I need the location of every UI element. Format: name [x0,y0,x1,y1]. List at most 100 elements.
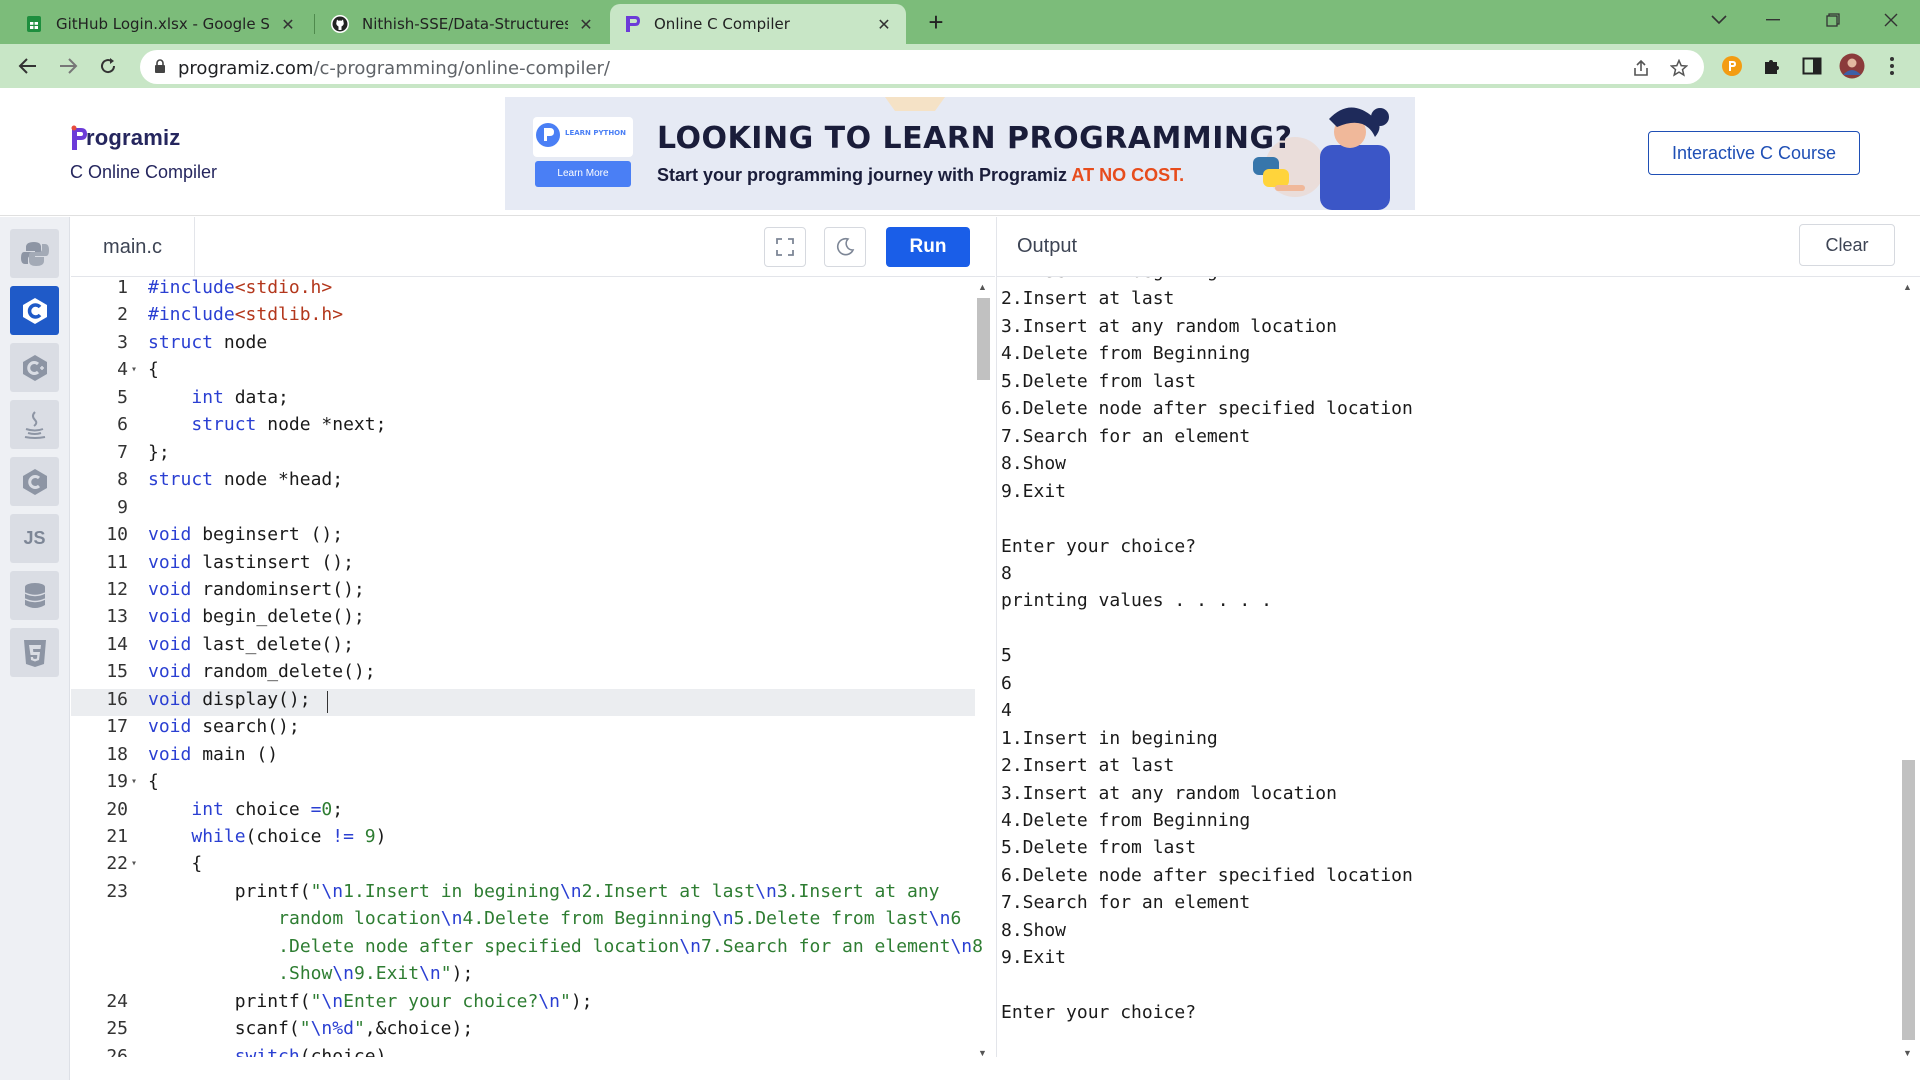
code-line[interactable]: 15 void random_delete(); [71,661,975,689]
java-icon[interactable] [10,400,59,449]
forward-icon[interactable] [52,50,84,82]
code-line[interactable]: 19 ▾ { [71,771,975,799]
output-line: 7.Search for an element [1001,892,1251,914]
code-text: struct node [148,331,268,353]
share-icon[interactable] [1632,59,1650,77]
js-icon[interactable]: JS [10,514,59,563]
code-line[interactable]: 26 switch(choice) [71,1046,975,1057]
line-number: 24 [106,990,128,1012]
output-line: 1.Insert in begining [1001,277,1218,289]
fullscreen-icon[interactable] [764,227,806,267]
programiz-logo[interactable]: rogramiz [70,124,181,152]
code-line[interactable]: 25 scanf("\n%d",&choice); [71,1018,975,1046]
tab-google-sheets[interactable]: GitHub Login.xlsx - Google Sheets ✕ [12,4,310,44]
csharp-icon[interactable] [10,457,59,506]
scroll-up-arrow-icon[interactable]: ▲ [1903,282,1912,292]
code-line[interactable]: 21 while(choice != 9) [71,826,975,854]
run-button[interactable]: Run [886,227,970,267]
code-line[interactable]: 14 void last_delete(); [71,634,975,662]
close-tab-icon[interactable]: ✕ [576,15,596,34]
side-panel-icon[interactable] [1798,52,1826,80]
code-line[interactable]: .Show\n9.Exit\n"); [71,963,975,991]
learn-more-button[interactable]: Learn More [535,161,631,187]
new-tab-button[interactable]: + [922,8,950,36]
ad-banner[interactable]: LEARN PYTHON Learn More LOOKING TO LEARN… [505,97,1415,210]
reload-icon[interactable] [92,50,124,82]
address-bar[interactable]: programiz.com/c-programming/online-compi… [140,50,1704,84]
extension-p-icon[interactable] [1718,52,1746,80]
line-number: 15 [106,661,128,683]
scrollbar-thumb[interactable] [977,298,990,380]
profile-avatar[interactable] [1838,52,1866,80]
fold-arrow-icon[interactable]: ▾ [131,858,137,869]
line-number: 3 [117,331,128,353]
learn-python-text: LEARN PYTHON [565,129,626,137]
fold-arrow-icon[interactable]: ▾ [131,776,137,787]
scroll-up-arrow-icon[interactable]: ▲ [978,282,987,292]
code-line[interactable]: 10 void beginsert (); [71,524,975,552]
tab-online-c-compiler[interactable]: Online C Compiler ✕ [610,4,906,44]
close-tab-icon[interactable]: ✕ [874,15,894,34]
code-line[interactable]: 3 struct node [71,332,975,360]
code-line[interactable]: 13 void begin_delete(); [71,606,975,634]
scroll-down-arrow-icon[interactable]: ▼ [1903,1048,1912,1058]
code-line[interactable]: 2 #include<stdlib.h> [71,304,975,332]
line-number: 10 [106,524,128,546]
python-icon[interactable] [10,229,59,278]
line-number: 25 [106,1018,128,1040]
browser-menu-icon[interactable] [1878,52,1906,80]
scroll-down-arrow-icon[interactable]: ▼ [978,1048,987,1058]
code-line[interactable]: 8 struct node *head; [71,469,975,497]
fold-arrow-icon[interactable]: ▾ [131,364,137,375]
output-line: 6.Delete node after specified location [1001,864,1413,886]
output-line: 4.Delete from Beginning [1001,343,1251,365]
file-tab-main-c[interactable]: main.c [71,217,195,277]
dark-mode-moon-icon[interactable] [824,227,866,267]
tab-github[interactable]: Nithish-SSE/Data-Structures-with-C ✕ [318,4,608,44]
c-icon[interactable] [10,286,59,335]
editor-scrollbar[interactable]: ▲ ▼ [975,280,991,1060]
code-line[interactable]: random location\n4.Delete from Beginning… [71,908,975,936]
restore-icon[interactable] [1804,0,1862,40]
tab-search-icon[interactable] [1690,0,1748,40]
code-line[interactable]: 7}; [71,442,975,470]
code-line[interactable]: 18 void main () [71,744,975,772]
code-line[interactable]: 22 ▾ { [71,853,975,881]
code-line[interactable]: 17 void search(); [71,716,975,744]
extensions-puzzle-icon[interactable] [1758,52,1786,80]
sql-icon[interactable] [10,571,59,620]
interactive-c-course-button[interactable]: Interactive C Course [1648,131,1860,175]
output-console[interactable]: 1.Insert in begining2.Insert at last3.In… [996,277,1900,1057]
back-icon[interactable] [12,50,44,82]
code-line[interactable]: .Delete node after specified location\n7… [71,936,983,964]
code-line[interactable]: 4 ▾ { [71,359,975,387]
code-line[interactable]: 24 printf("\nEnter your choice?\n"); [71,991,975,1019]
lock-icon [154,59,166,79]
code-text: .Delete node after specified location\n7… [278,935,983,957]
code-line[interactable]: 20 int choice =0; [71,799,975,827]
code-editor[interactable]: 1 #include<stdio.h> 2 #include<stdlib.h> 3 st… [71,277,995,1057]
clear-button[interactable]: Clear [1799,224,1895,266]
output-line: 8 [1001,562,1012,584]
code-line[interactable]: 23 printf("\n1.Insert in begining\n2.Ins… [71,881,975,909]
line-number: 9 [117,496,128,518]
code-text: int data; [191,386,289,408]
code-line[interactable]: 9 [71,497,975,525]
code-line[interactable]: 11 void lastinsert (); [71,552,975,580]
output-header: Output Clear [996,217,1920,277]
scrollbar-thumb[interactable] [1902,760,1915,1040]
code-line[interactable]: 16 void display(); [71,688,975,717]
cpp-icon[interactable] [10,343,59,392]
bookmark-star-icon[interactable] [1670,59,1688,77]
code-text: void randominsert(); [148,578,365,600]
code-line[interactable]: 6 struct node *next; [71,414,975,442]
close-tab-icon[interactable]: ✕ [278,15,298,34]
close-window-icon[interactable] [1862,0,1920,40]
output-scrollbar[interactable]: ▲ ▼ [1900,280,1916,1060]
code-line[interactable]: 5 int data; [71,387,975,415]
code-line[interactable]: 1 #include<stdio.h> [71,277,975,305]
code-text: void main () [148,743,279,765]
html-icon[interactable] [10,628,59,677]
code-line[interactable]: 12 void randominsert(); [71,579,975,607]
minimize-icon[interactable] [1744,0,1802,40]
